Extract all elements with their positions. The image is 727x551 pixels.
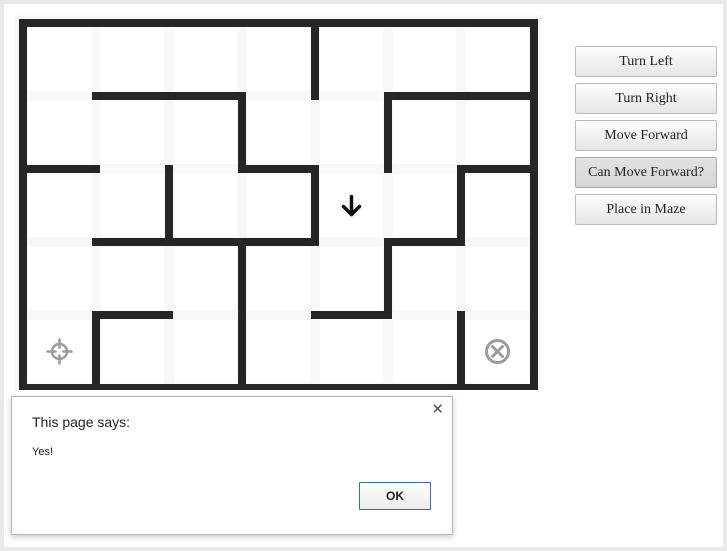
maze-cell xyxy=(393,247,456,310)
maze-cell xyxy=(466,247,529,310)
maze-cell xyxy=(28,101,91,164)
maze-wall xyxy=(19,311,27,390)
maze-wall xyxy=(530,165,538,246)
maze-wall xyxy=(19,19,27,100)
maze-cell xyxy=(320,101,383,164)
maze-cell xyxy=(393,101,456,164)
maze-wall xyxy=(384,238,465,246)
can-move-forward-button[interactable]: Can Move Forward? xyxy=(575,157,717,188)
maze-cell xyxy=(101,101,164,164)
maze-cell xyxy=(28,320,91,383)
maze-wall xyxy=(384,92,465,100)
maze-cell xyxy=(101,320,164,383)
maze-wall xyxy=(238,19,319,27)
maze-wall xyxy=(384,92,392,173)
maze-cell xyxy=(466,101,529,164)
maze-wall xyxy=(238,311,246,390)
dialog-message: Yes! xyxy=(32,446,54,458)
maze-cell xyxy=(174,247,237,310)
maze-cell xyxy=(28,247,91,310)
maze-wall xyxy=(238,238,246,319)
maze-wall xyxy=(165,92,246,100)
maze-cell xyxy=(466,174,529,237)
maze-wall xyxy=(92,311,100,390)
maze-wall xyxy=(92,384,173,390)
maze-cell xyxy=(320,247,383,310)
maze-wall xyxy=(92,19,173,27)
maze-wall xyxy=(238,238,319,246)
maze-wall xyxy=(238,384,319,390)
maze-cell xyxy=(247,174,310,237)
maze-wall xyxy=(530,238,538,319)
maze-cell xyxy=(174,174,237,237)
turn-left-button[interactable]: Turn Left xyxy=(575,46,717,77)
maze-wall xyxy=(19,384,100,390)
turn-right-button[interactable]: Turn Right xyxy=(575,83,717,114)
maze-wall xyxy=(92,92,173,100)
maze-cell xyxy=(101,28,164,91)
maze-cell xyxy=(393,174,456,237)
ok-button[interactable]: OK xyxy=(359,482,431,510)
maze-cell xyxy=(174,101,237,164)
maze-wall xyxy=(457,311,465,390)
maze-wall xyxy=(530,19,538,100)
maze-wall xyxy=(530,92,538,173)
maze-wall xyxy=(165,384,246,390)
maze-cell xyxy=(174,320,237,383)
maze-wall xyxy=(19,165,27,246)
maze-cell xyxy=(101,247,164,310)
maze-wall xyxy=(19,19,100,27)
maze-wall xyxy=(92,238,173,246)
maze-wall xyxy=(384,238,392,319)
maze-wall xyxy=(384,19,465,27)
maze-cell xyxy=(466,28,529,91)
maze-wall xyxy=(457,165,538,173)
maze-wall xyxy=(384,384,465,390)
maze-cell xyxy=(28,28,91,91)
maze-wall xyxy=(311,384,392,390)
maze-wall xyxy=(311,311,392,319)
maze-wall xyxy=(530,311,538,390)
maze-wall xyxy=(457,384,538,390)
maze-wall xyxy=(165,165,173,246)
maze-cell xyxy=(247,101,310,164)
maze-wall xyxy=(92,311,173,319)
maze-wall xyxy=(457,92,538,100)
maze-cell xyxy=(247,28,310,91)
maze-wall xyxy=(238,165,319,173)
maze-grid xyxy=(15,15,542,390)
maze-wall xyxy=(19,165,100,173)
maze-cell xyxy=(28,174,91,237)
maze-cell xyxy=(393,28,456,91)
maze-cell xyxy=(247,320,310,383)
maze-cell xyxy=(320,320,383,383)
alert-dialog: ✕ This page says: Yes! OK xyxy=(11,396,453,535)
maze-wall xyxy=(238,92,246,173)
maze-wall xyxy=(457,19,538,27)
maze-cell xyxy=(320,28,383,91)
maze-controls: Turn Left Turn Right Move Forward Can Mo… xyxy=(575,46,717,231)
maze-cell xyxy=(247,247,310,310)
maze-cell xyxy=(101,174,164,237)
maze-wall xyxy=(165,19,246,27)
maze-wall xyxy=(311,19,392,27)
maze-wall xyxy=(165,238,246,246)
maze-wall xyxy=(19,92,27,173)
maze-wall xyxy=(19,238,27,319)
place-in-maze-button[interactable]: Place in Maze xyxy=(575,194,717,225)
close-icon[interactable]: ✕ xyxy=(431,402,444,418)
maze-cell xyxy=(174,28,237,91)
maze-wall xyxy=(311,19,319,100)
maze-cell xyxy=(393,320,456,383)
maze-wall xyxy=(311,165,319,246)
maze-wall xyxy=(457,165,465,246)
move-forward-button[interactable]: Move Forward xyxy=(575,120,717,151)
dialog-title: This page says: xyxy=(32,414,131,430)
